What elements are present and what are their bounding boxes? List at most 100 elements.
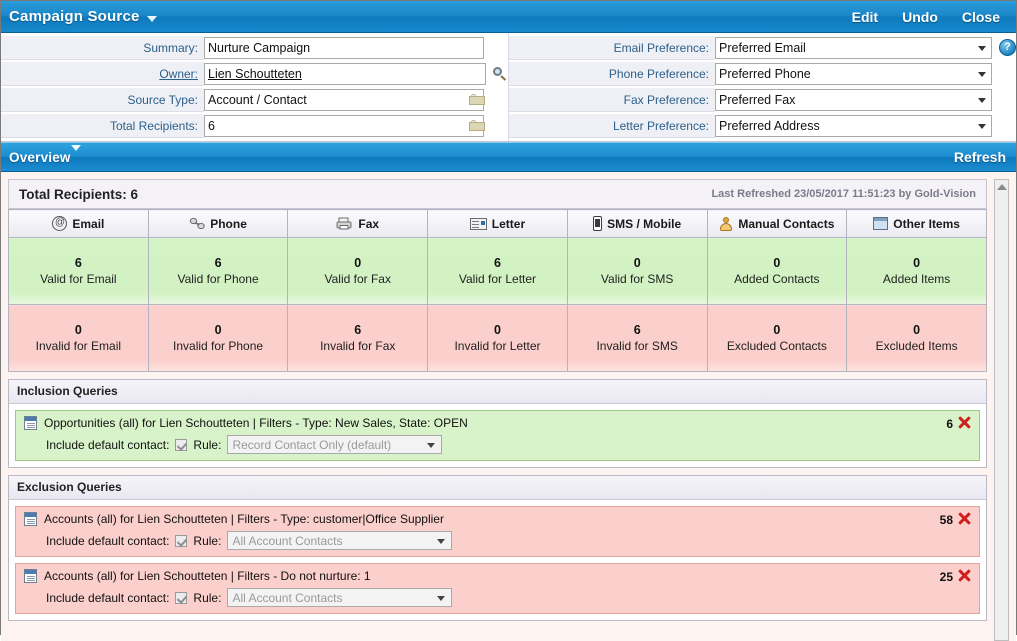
exclusion-queries-heading: Exclusion Queries: [9, 476, 986, 500]
total-recipients-summary: Total Recipients: 6: [19, 186, 139, 202]
lock-icon-body: [469, 121, 485, 131]
stats-col-other-items: Other Items: [846, 209, 987, 238]
stats-cell-invalid-fax: 6 Invalid for Fax: [287, 304, 429, 372]
exclusion-queries-body: Accounts (all) for Lien Schoutteten | Fi…: [9, 500, 986, 620]
stats-cell-valid-phone: 6 Valid for Phone: [147, 237, 289, 305]
stats-col-manual-contacts: Manual Contacts: [706, 209, 848, 238]
stats-cell-count: 6: [493, 256, 501, 270]
stats-cell-label: Valid for Phone: [177, 272, 259, 286]
stats-col-label: Email: [72, 216, 105, 231]
stats-cell-label: Added Contacts: [734, 272, 820, 286]
stats-col-label: Letter: [491, 216, 526, 231]
letter-preference-label: Letter Preference:: [509, 113, 715, 138]
inclusion-queries-body: Opportunities (all) for Lien Schoutteten…: [9, 404, 986, 467]
field-row-owner: Owner:: [1, 61, 508, 86]
include-default-contact-label: Include default contact:: [46, 590, 170, 605]
stats-cell-count: 0: [214, 323, 222, 337]
titlebar-actions: Edit Undo Close: [852, 9, 1006, 25]
summary-control: [204, 36, 488, 59]
last-refreshed-text: Last Refreshed 23/05/2017 11:51:23 by Go…: [711, 188, 976, 200]
stats-cell-added-contacts: 0 Added Contacts: [706, 237, 848, 305]
include-default-contact-checkbox[interactable]: [175, 591, 188, 604]
phone-icon: [190, 217, 205, 230]
stats-col-label: Manual Contacts: [738, 216, 835, 231]
overview-titlebar-left: Overview: [9, 144, 81, 165]
inclusion-query-row[interactable]: Opportunities (all) for Lien Schoutteten…: [15, 410, 980, 461]
vertical-scrollbar[interactable]: [994, 179, 1009, 641]
search-icon[interactable]: [492, 65, 508, 83]
stats-col-label: Fax: [358, 216, 380, 231]
stats-cell-label: Valid for Letter: [458, 272, 537, 286]
delete-query-icon[interactable]: [957, 511, 972, 526]
exclusion-query-row[interactable]: Accounts (all) for Lien Schoutteten | Fi…: [15, 506, 980, 557]
letter-preference-control: [715, 114, 996, 137]
chevron-down-icon[interactable]: [146, 15, 157, 22]
stats-col-label: Phone: [210, 216, 247, 231]
stats-cell-label: Invalid for Letter: [454, 339, 541, 353]
lock-icon: [469, 119, 485, 131]
form-column-right: Email Preference: ? Phone Preference: Fa…: [509, 33, 1016, 141]
stats-cell-count: 0: [74, 323, 82, 337]
exclusion-query-count: 25: [939, 570, 953, 584]
rule-select[interactable]: All Account Contacts: [227, 531, 453, 550]
rule-select[interactable]: All Account Contacts: [227, 588, 453, 607]
stats-col-fax: Fax: [287, 209, 429, 238]
stats-cell-valid-sms: 0 Valid for SMS: [566, 237, 708, 305]
mobile-icon: [593, 216, 603, 231]
source-type-control: [204, 88, 488, 111]
undo-button[interactable]: Undo: [902, 9, 938, 25]
owner-label-text: Owner:: [159, 66, 198, 81]
email-preference-select[interactable]: [715, 36, 992, 59]
summary-input[interactable]: [204, 36, 484, 59]
delete-query-icon[interactable]: [957, 415, 972, 430]
phone-preference-control: [715, 62, 996, 85]
exclusion-query-row[interactable]: Accounts (all) for Lien Schoutteten | Fi…: [15, 563, 980, 614]
titlebar-left: Campaign Source: [9, 8, 157, 25]
refresh-button[interactable]: Refresh: [954, 149, 1006, 165]
stats-col-letter: Letter: [427, 209, 568, 238]
chevron-down-icon[interactable]: [978, 71, 986, 77]
stats-cell-count: 0: [773, 256, 781, 270]
fax-preference-label: Fax Preference:: [509, 87, 715, 112]
owner-input[interactable]: [204, 62, 486, 85]
query-document-icon: [24, 569, 37, 583]
stats-col-email: @ Email: [8, 209, 149, 238]
include-default-contact-checkbox[interactable]: [175, 438, 188, 451]
total-recipients-control: [204, 114, 488, 137]
include-default-contact-label: Include default contact:: [46, 533, 170, 548]
chevron-down-icon[interactable]: [978, 97, 986, 103]
include-default-contact-checkbox[interactable]: [175, 534, 188, 547]
email-preference-label: Email Preference:: [509, 35, 715, 60]
rule-select[interactable]: Record Contact Only (default): [227, 435, 443, 454]
recipient-stats-table: @ Email Phone Fax Letter SMS / Mobile Ma…: [8, 209, 987, 372]
rule-label: Rule:: [193, 437, 222, 452]
window-titlebar: Campaign Source Edit Undo Close: [1, 1, 1016, 33]
close-button[interactable]: Close: [962, 9, 1000, 25]
stats-cell-invalid-sms: 6 Invalid for SMS: [566, 304, 708, 372]
help-icon[interactable]: ?: [999, 39, 1016, 56]
chevron-down-icon[interactable]: [978, 45, 986, 51]
scroll-up-icon[interactable]: [997, 184, 1007, 190]
exclusion-query-text: Accounts (all) for Lien Schoutteten | Fi…: [44, 569, 371, 583]
total-recipients-bar: Total Recipients: 6 Last Refreshed 23/05…: [8, 179, 987, 209]
phone-preference-select[interactable]: [715, 62, 992, 85]
stats-col-phone: Phone: [147, 209, 289, 238]
stats-cell-invalid-email: 0 Invalid for Email: [8, 304, 149, 372]
include-default-contact-label: Include default contact:: [46, 437, 170, 452]
stats-cell-count: 0: [913, 323, 921, 337]
fax-preference-select[interactable]: [715, 88, 992, 111]
field-row-email-preference: Email Preference: ?: [509, 35, 1016, 60]
lock-icon-body: [469, 95, 485, 105]
field-row-total-recipients: Total Recipients:: [1, 113, 508, 138]
chevron-down-icon[interactable]: [70, 144, 81, 165]
chevron-down-icon: [437, 596, 446, 601]
edit-button[interactable]: Edit: [852, 9, 878, 25]
stats-header-row: @ Email Phone Fax Letter SMS / Mobile Ma…: [8, 209, 987, 238]
chevron-down-icon[interactable]: [978, 123, 986, 129]
delete-query-icon[interactable]: [957, 568, 972, 583]
stats-cell-label: Valid for Fax: [324, 272, 391, 286]
stats-cell-valid-letter: 6 Valid for Letter: [427, 237, 568, 305]
stats-cell-label: Valid for Email: [40, 272, 117, 286]
overview-titlebar: Overview Refresh: [1, 142, 1016, 172]
letter-preference-select[interactable]: [715, 114, 992, 137]
